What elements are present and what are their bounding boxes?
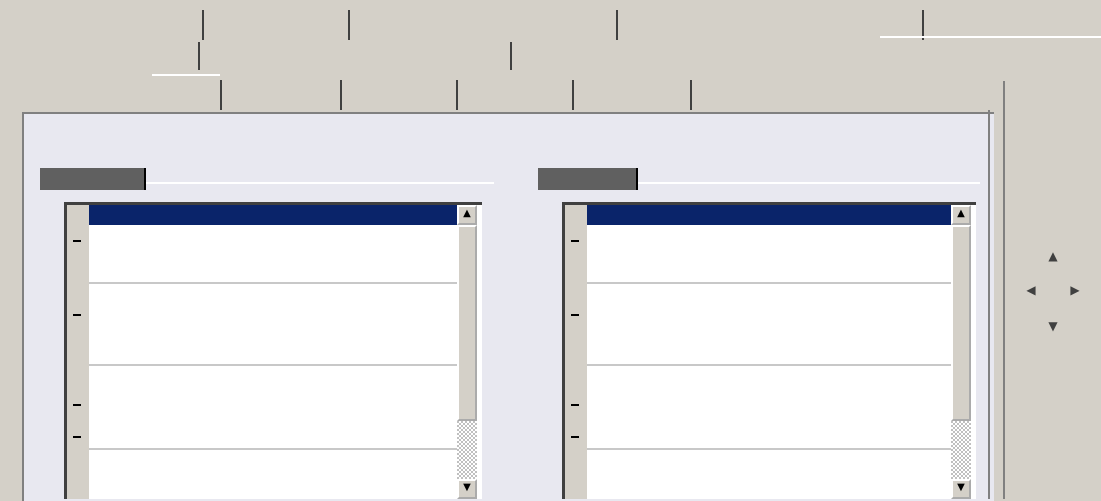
tab-3-6[interactable] [574,80,692,110]
tab-row-1 [0,0,1101,40]
row-separator [89,282,457,284]
tree-row[interactable] [89,427,457,447]
row-separator [587,364,951,366]
expand-collapse-icon[interactable] [571,240,579,242]
tree-row[interactable] [587,261,951,281]
tab-3-2[interactable] [152,80,222,110]
row-separator [587,448,951,450]
tree-row[interactable] [587,427,951,447]
tab-3-5[interactable] [458,80,574,110]
expand-collapse-icon[interactable] [73,314,81,316]
tab-1-2[interactable] [204,10,350,40]
tree-row[interactable] [89,371,457,391]
tab-1-3[interactable] [350,10,618,40]
tree-row-selected[interactable] [587,205,951,225]
expand-collapse-icon[interactable] [73,240,81,242]
right-group-line [638,182,980,184]
tree-gutter [67,205,89,499]
tree-row[interactable] [587,343,951,363]
tab-1-1[interactable] [22,10,204,40]
tree-row[interactable] [89,343,457,363]
arrow-down-icon[interactable]: ▼ [1045,319,1061,333]
tree-row[interactable] [89,479,457,499]
tree-row[interactable] [587,395,951,415]
row-separator [89,364,457,366]
tree-row[interactable] [587,305,951,325]
tab-2-1[interactable] [22,42,200,70]
arrow-up-icon[interactable]: ▲ [1045,249,1061,263]
tree-row[interactable] [89,261,457,281]
tree-row-selected[interactable] [89,205,457,225]
arrow-right-icon[interactable]: ▶ [1067,283,1083,297]
tab-row-3 [0,74,1101,112]
left-tree-view[interactable]: ▲ ▼ [64,202,482,499]
tab-1-4[interactable] [618,10,924,40]
tab-3-3[interactable] [222,80,342,110]
tab-3-1[interactable] [22,80,152,110]
expand-collapse-icon[interactable] [73,404,81,406]
tree-row[interactable] [89,231,457,251]
tab-2-2[interactable] [200,42,512,70]
row-separator [587,282,951,284]
expand-collapse-icon[interactable] [73,436,81,438]
tab-highlight-line [880,36,1101,38]
tree-row[interactable] [89,457,457,477]
tab-3-4[interactable] [342,80,458,110]
scroll-up-button[interactable]: ▲ [951,205,971,225]
tab-2-4[interactable] [912,42,1101,70]
side-panel-divider [988,110,990,499]
scroll-down-button[interactable]: ▼ [951,479,971,499]
scroll-down-button[interactable]: ▼ [457,479,477,499]
active-tab-highlight [152,74,220,76]
expand-collapse-icon[interactable] [571,436,579,438]
scroll-thumb[interactable] [951,225,971,421]
tab-2-3[interactable] [512,42,912,70]
expand-collapse-icon[interactable] [571,314,579,316]
tree-row[interactable] [587,231,951,251]
tree-row[interactable] [587,371,951,391]
scroll-thumb[interactable] [457,225,477,421]
left-group-label [40,168,146,190]
right-group-label [538,168,638,190]
tree-row[interactable] [587,479,951,499]
tab-row-2 [0,40,1101,74]
expand-collapse-icon[interactable] [571,404,579,406]
tree-row[interactable] [89,305,457,325]
side-navigation-panel: ▲ ◀ ▶ ▼ [1003,81,1101,499]
right-tree-view[interactable]: ▲ ▼ [562,202,976,499]
tree-row[interactable] [89,395,457,415]
scroll-up-button[interactable]: ▲ [457,205,477,225]
row-separator [89,448,457,450]
tree-gutter [565,205,587,499]
left-group-line [146,182,494,184]
arrow-left-icon[interactable]: ◀ [1023,283,1039,297]
tree-row[interactable] [587,457,951,477]
